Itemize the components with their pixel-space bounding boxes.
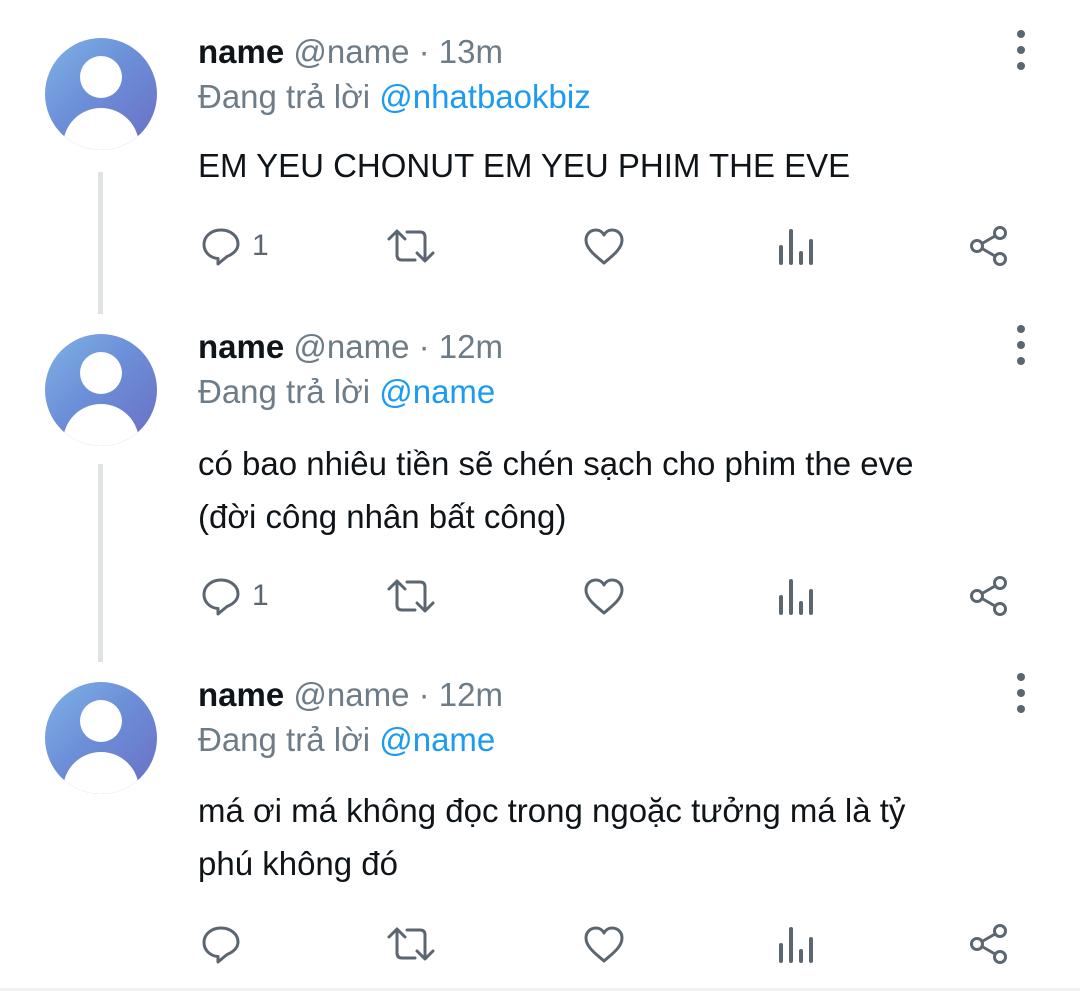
author-name[interactable]: name <box>198 328 284 365</box>
post-time[interactable]: 13m <box>439 33 503 70</box>
replying-to-mention[interactable]: @nhatbaokbiz <box>379 78 590 115</box>
default-avatar-icon[interactable] <box>45 38 157 150</box>
views-button[interactable] <box>778 224 814 268</box>
retweet-button[interactable] <box>386 922 436 966</box>
like-button[interactable] <box>582 574 626 618</box>
replying-to-mention[interactable]: @name <box>379 373 495 410</box>
share-button[interactable] <box>968 224 1010 268</box>
action-bar: 1 <box>198 224 1018 268</box>
post-time[interactable]: 12m <box>439 676 503 713</box>
replying-to-prefix: Đang trả lời <box>198 721 371 758</box>
author-name[interactable]: name <box>198 33 284 70</box>
views-button[interactable] <box>778 574 814 618</box>
more-vertical-icon[interactable] <box>1010 325 1032 365</box>
retweet-button[interactable] <box>386 574 436 618</box>
author-handle[interactable]: @name <box>293 328 409 365</box>
retweet-icon <box>387 579 435 613</box>
meta-separator: · <box>418 33 430 70</box>
heart-icon <box>584 228 624 265</box>
reply-text-line: EM YEU CHONUT EM YEU PHIM THE EVE <box>198 147 851 184</box>
thread-connector-line <box>98 464 103 662</box>
like-button[interactable] <box>582 224 626 268</box>
reply-text: má ơi má không đọc trong ngoặc tưởng má … <box>198 784 1018 890</box>
default-avatar-icon[interactable] <box>45 334 157 446</box>
reply-count: 1 <box>252 229 269 262</box>
reply-header: name @name · 13m <box>198 32 503 72</box>
replying-to-prefix: Đang trả lời <box>198 373 371 410</box>
action-bar <box>198 922 1018 966</box>
reply-text-line: phú không đó <box>198 845 399 882</box>
reply-text: có bao nhiêu tiền sẽ chén sạch cho phim … <box>198 437 1018 543</box>
reply-button[interactable]: 1 <box>200 224 269 268</box>
avatar-body <box>63 404 139 446</box>
retweet-icon <box>387 927 435 961</box>
retweet-icon <box>387 229 435 263</box>
author-name[interactable]: name <box>198 676 284 713</box>
replying-to-prefix: Đang trả lời <box>198 78 371 115</box>
post-time[interactable]: 12m <box>439 328 503 365</box>
reply-bubble-icon <box>202 228 240 266</box>
heart-icon <box>584 578 624 615</box>
heart-icon <box>584 926 624 963</box>
reply-button[interactable] <box>200 922 252 966</box>
share-icon <box>970 924 1007 964</box>
replying-to: Đang trả lời @name <box>198 372 495 412</box>
author-handle[interactable]: @name <box>293 676 409 713</box>
replying-to-mention[interactable]: @name <box>379 721 495 758</box>
avatar-head <box>80 352 122 394</box>
avatar-head <box>80 56 122 98</box>
share-icon <box>970 576 1007 616</box>
reply-count: 1 <box>252 579 269 612</box>
author-handle[interactable]: @name <box>293 33 409 70</box>
share-button[interactable] <box>968 574 1010 618</box>
more-vertical-icon[interactable] <box>1010 673 1032 713</box>
reply-text: EM YEU CHONUT EM YEU PHIM THE EVE <box>198 139 1018 192</box>
more-vertical-icon[interactable] <box>1010 30 1032 70</box>
views-bar-chart-icon <box>779 579 813 615</box>
avatar-head <box>80 700 122 742</box>
reply-bubble-icon <box>202 926 240 964</box>
reply-button[interactable]: 1 <box>200 574 269 618</box>
reply-header: name @name · 12m <box>198 675 503 715</box>
share-icon <box>970 226 1007 266</box>
reply-bubble-icon <box>202 578 240 616</box>
reply-text-line: má ơi má không đọc trong ngoặc tưởng má … <box>198 792 906 829</box>
replying-to: Đang trả lời @name <box>198 720 495 760</box>
thread-connector-line <box>98 172 103 314</box>
views-bar-chart-icon <box>779 229 813 265</box>
replying-to: Đang trả lời @nhatbaokbiz <box>198 77 591 117</box>
reply-text-line: có bao nhiêu tiền sẽ chén sạch cho phim … <box>198 445 914 482</box>
default-avatar-icon[interactable] <box>45 682 157 794</box>
avatar-body <box>63 108 139 150</box>
retweet-button[interactable] <box>386 224 436 268</box>
like-button[interactable] <box>582 922 626 966</box>
meta-separator: · <box>418 328 430 365</box>
avatar-body <box>63 752 139 794</box>
action-bar: 1 <box>198 574 1018 618</box>
views-bar-chart-icon <box>779 927 813 963</box>
reply-header: name @name · 12m <box>198 327 503 367</box>
share-button[interactable] <box>968 922 1010 966</box>
meta-separator: · <box>418 676 430 713</box>
reply-text-line: (đời công nhân bất công) <box>198 498 567 535</box>
views-button[interactable] <box>778 922 814 966</box>
